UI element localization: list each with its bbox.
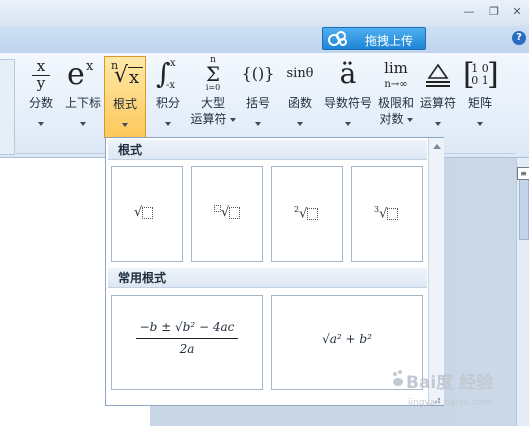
- nth-root-icon: √: [214, 205, 241, 220]
- scrollbar-thumb[interactable]: [519, 178, 529, 240]
- function-label: 函数: [287, 96, 312, 110]
- cloud-icon: [328, 31, 347, 46]
- large-operator-button[interactable]: n Σ i=0 大型 运算符: [190, 55, 236, 136]
- baidu-watermark: Bai度 经验 jingyan.baidu.com: [392, 368, 510, 412]
- square-root-icon: √: [134, 205, 154, 220]
- cube-root-tile[interactable]: 3√: [351, 166, 423, 262]
- bracket-label: 括号: [245, 96, 270, 110]
- cube-root-icon: 3√: [374, 205, 399, 221]
- chevron-down-icon: [297, 122, 303, 126]
- integral-button[interactable]: ∫ x -x 积分: [150, 56, 186, 136]
- script-icon: e x: [67, 57, 94, 92]
- limit-log-label-2: 对数: [376, 112, 416, 126]
- chevron-down-icon: [345, 122, 351, 126]
- pythagorean-root-formula: √a² + b²: [322, 332, 372, 346]
- function-button[interactable]: sinθ 函数: [280, 56, 320, 136]
- integral-label: 积分: [155, 96, 180, 110]
- chevron-down-icon: [255, 122, 261, 126]
- accent-button[interactable]: ä 导数符号: [322, 56, 374, 136]
- matrix-button[interactable]: [ ] 1 0 0 1 矩阵: [460, 56, 500, 136]
- operator-button[interactable]: 运算符: [418, 56, 458, 136]
- close-button[interactable]: ✕: [508, 4, 526, 20]
- quadratic-formula-tile[interactable]: −b ± √b² − 4ac 2a: [111, 295, 263, 390]
- fraction-bar: [136, 338, 238, 339]
- square-root-tile[interactable]: √: [111, 166, 183, 262]
- restore-button[interactable]: ❐: [485, 4, 503, 20]
- minimize-button[interactable]: —: [460, 4, 478, 20]
- fraction-icon: x y: [24, 58, 58, 94]
- nth-root-tile[interactable]: √: [191, 166, 263, 262]
- chevron-down-icon: [477, 122, 483, 126]
- matrix-icon: [ ] 1 0 0 1: [463, 57, 499, 92]
- drag-upload-label: 拖拽上传: [365, 34, 414, 48]
- operator-label: 运算符: [419, 96, 456, 110]
- radical-gallery-dropdown: 根式 √ √ 2√ 3√ 常用根式 −b ± √b² − 4ac 2a √a² …: [105, 137, 444, 406]
- quadratic-formula-numerator: −b ± √b² − 4ac: [139, 320, 235, 334]
- accent-label: 导数符号: [323, 96, 372, 110]
- section-header-radicals: 根式: [108, 140, 427, 160]
- summation-icon: n Σ i=0: [205, 55, 221, 92]
- limit-log-label: 极限和: [377, 96, 414, 110]
- square-root-degree-icon: 2√: [294, 205, 319, 221]
- quadratic-formula-denominator: 2a: [179, 342, 195, 356]
- script-label: 上下标: [64, 96, 101, 110]
- chevron-down-icon: [165, 122, 171, 126]
- function-icon: sinθ: [286, 66, 314, 81]
- vertical-scrollbar[interactable]: [516, 158, 529, 426]
- paw-icon: [393, 370, 403, 386]
- ruler-toggle-icon[interactable]: ≡: [517, 167, 529, 180]
- watermark-brand: Bai度 经验: [406, 373, 494, 393]
- ribbon-left-group-edge: [0, 59, 15, 155]
- radical-label: 根式: [112, 97, 137, 111]
- watermark-url: jingyan.baidu.com: [408, 398, 492, 408]
- chevron-down-icon: [435, 122, 441, 126]
- chevron-down-icon: [122, 123, 128, 127]
- bracket-icon: {()}: [241, 64, 275, 83]
- large-operator-label: 大型: [200, 96, 225, 110]
- limit-icon: lim n→∞: [384, 59, 408, 90]
- chevron-down-icon: [80, 122, 86, 126]
- integral-icon: ∫ x -x: [156, 57, 176, 91]
- radical-button[interactable]: n √ x 根式: [104, 56, 146, 138]
- limit-log-button[interactable]: lim n→∞ 极限和 对数: [376, 56, 416, 136]
- large-operator-label-2: 运算符: [190, 112, 236, 126]
- accent-icon: ä: [339, 57, 357, 90]
- help-icon[interactable]: ?: [512, 31, 526, 45]
- fraction-button[interactable]: x y 分数: [24, 56, 58, 136]
- script-button[interactable]: e x 上下标: [62, 56, 104, 136]
- ribbon-tab-strip: 拖拽上传 ?: [0, 26, 529, 54]
- gallery-scrollbar[interactable]: [428, 138, 444, 405]
- bracket-button[interactable]: {()} 括号: [240, 56, 276, 136]
- scroll-up-icon[interactable]: [433, 144, 441, 149]
- matrix-label: 矩阵: [467, 96, 492, 110]
- radical-icon: n √ x: [105, 59, 145, 95]
- operator-icon: [426, 63, 450, 87]
- section-header-common-radicals: 常用根式: [108, 268, 427, 288]
- drag-upload-button[interactable]: 拖拽上传: [322, 27, 426, 50]
- chevron-down-icon: [38, 122, 44, 126]
- fraction-label: 分数: [28, 96, 53, 110]
- title-bar: — ❐ ✕: [0, 0, 529, 26]
- square-root-degree-tile[interactable]: 2√: [271, 166, 343, 262]
